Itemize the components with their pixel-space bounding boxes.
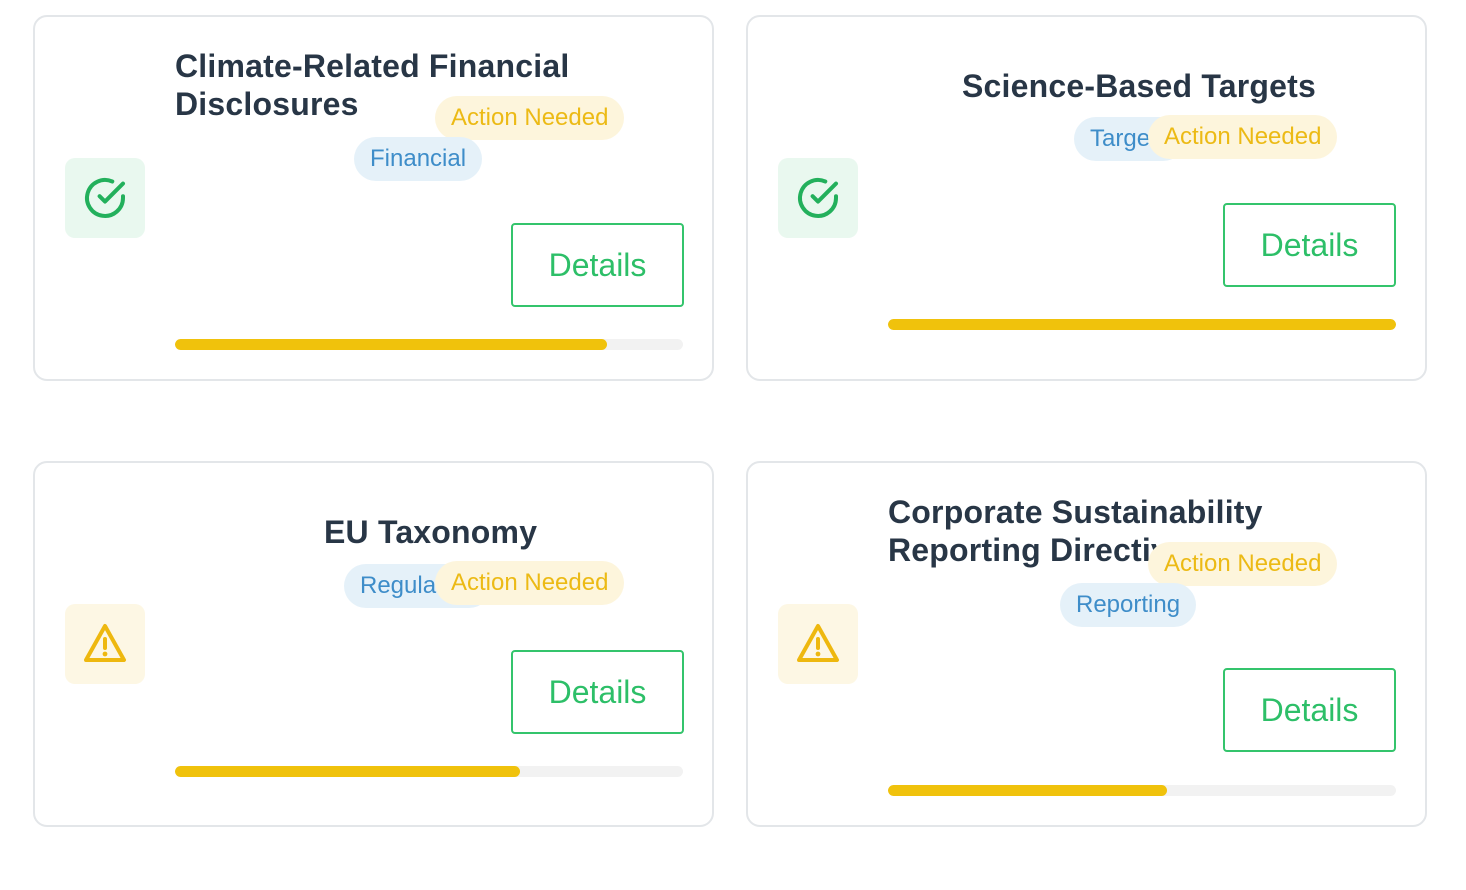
progress-bar-fill: [888, 785, 1168, 796]
details-button[interactable]: Details: [511, 650, 684, 734]
details-button[interactable]: Details: [511, 223, 684, 307]
warning-triangle-icon: [797, 624, 839, 662]
category-badge: Financial: [354, 137, 483, 181]
card-title-line-1: Climate-Related Financial: [175, 48, 570, 84]
check-circle-icon: [798, 177, 838, 218]
status-icon-box: [778, 158, 858, 238]
progress-bar-fill: [888, 319, 1396, 330]
check-circle-icon: [85, 177, 125, 218]
framework-card-climate-related-financial-disclosures: Climate-Related Financial Disclosures Ac…: [33, 15, 714, 381]
progress-bar-fill: [175, 339, 607, 350]
details-button[interactable]: Details: [1223, 203, 1396, 287]
progress-bar: [888, 785, 1396, 796]
card-title-line-2: Disclosures: [175, 86, 359, 122]
card-title-line-1: Science-Based Targets: [962, 68, 1316, 104]
status-icon-box: [778, 604, 858, 684]
warning-triangle-icon: [84, 624, 126, 662]
card-title-line-2: Reporting Directive: [888, 532, 1187, 568]
progress-bar: [888, 319, 1396, 330]
status-icon-box: [65, 604, 145, 684]
card-title: Science-Based Targets: [962, 67, 1316, 105]
action-needed-badge: Action Needed: [1148, 115, 1338, 159]
progress-bar-fill: [175, 766, 521, 777]
card-title: EU Taxonomy: [324, 513, 537, 551]
progress-bar: [175, 766, 683, 777]
framework-card-science-based-targets: Science-Based Targets Targets Action Nee…: [746, 15, 1427, 381]
action-needed-badge: Action Needed: [435, 96, 625, 140]
details-button[interactable]: Details: [1223, 668, 1396, 752]
card-title-line-1: EU Taxonomy: [324, 514, 538, 550]
category-badge: Reporting: [1060, 583, 1197, 627]
card-title-line-1: Corporate Sustainability: [888, 494, 1263, 530]
framework-card-corporate-sustainability-reporting-directive: Corporate Sustainability Reporting Direc…: [746, 461, 1427, 827]
action-needed-badge: Action Needed: [435, 561, 625, 605]
framework-card-eu-taxonomy: EU Taxonomy Regulation Action Needed Det…: [33, 461, 714, 827]
status-icon-box: [65, 158, 145, 238]
action-needed-badge: Action Needed: [1148, 542, 1338, 586]
progress-bar: [175, 339, 683, 350]
